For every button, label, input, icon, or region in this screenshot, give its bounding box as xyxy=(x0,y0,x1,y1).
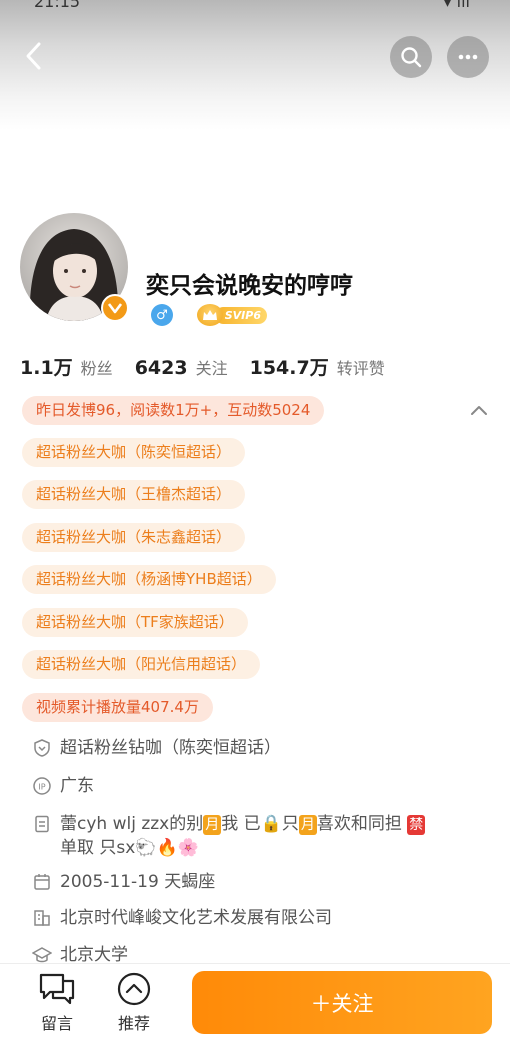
follow-button[interactable]: ＋关注 xyxy=(192,971,492,1034)
message-icon xyxy=(39,973,75,1005)
ban-emoji: 禁 xyxy=(407,815,426,835)
stats-row: 1.1万 粉丝 6423 关注 154.7万 转评赞 xyxy=(20,353,407,380)
status-signal: ▾ ıll xyxy=(443,0,470,11)
badge-pill[interactable]: 超话粉丝大咖（阳光信用超话） xyxy=(22,650,261,679)
search-button[interactable] xyxy=(390,36,432,78)
message-button[interactable]: 留言 xyxy=(27,972,87,1034)
status-time: 21:15 xyxy=(34,0,81,11)
recommend-label: 推荐 xyxy=(117,1014,150,1033)
following-count[interactable]: 6423 xyxy=(135,357,188,379)
badge-pill[interactable]: 超话粉丝大咖（陈奕恒超话） xyxy=(22,438,246,467)
ip-location-icon: IP xyxy=(33,777,51,795)
svip-badge[interactable]: SVIP6 xyxy=(197,304,267,326)
badge-pill[interactable]: 超话粉丝大咖（杨涵博YHB超话） xyxy=(22,565,276,594)
chevron-up-icon xyxy=(471,406,487,415)
likes-label: 转评赞 xyxy=(336,359,385,378)
chevron-left-icon xyxy=(26,42,41,70)
shield-icon xyxy=(34,739,50,757)
collapse-button[interactable] xyxy=(466,398,492,424)
profile-name: 奕只会说晚安的哼哼 xyxy=(146,273,353,299)
badge-pill[interactable]: 超话粉丝大咖（TF家族超话） xyxy=(22,608,248,637)
bio-text: 蕾cyh wlj zzx的别月我 已🔒只月喜欢和同担 禁 单取 只sx🐑🔥🌸 xyxy=(60,814,426,858)
badge-pill[interactable]: 超话粉丝大咖（朱志鑫超话） xyxy=(22,523,246,552)
diamond-row[interactable]: 超话粉丝钻咖（陈奕恒超话） xyxy=(32,736,281,760)
followers-count[interactable]: 1.1万 xyxy=(20,353,73,380)
recommend-button[interactable]: 推荐 xyxy=(104,972,164,1034)
birthday-row: 2005-11-19 天蝎座 xyxy=(32,870,215,894)
chevron-up-circle-icon xyxy=(117,972,151,1006)
verified-v-icon xyxy=(108,303,122,314)
activity-summary-pill: 昨日发博96，阅读数1万+，互动数5024 xyxy=(22,396,325,425)
back-button[interactable] xyxy=(14,36,54,76)
video-views-pill: 视频累计播放量407.4万 xyxy=(22,693,213,722)
likes-count: 154.7万 xyxy=(249,357,329,379)
gender-male-icon: ♂ xyxy=(151,304,173,326)
building-icon xyxy=(34,910,50,926)
calendar-icon xyxy=(34,874,50,890)
followers-label[interactable]: 粉丝 xyxy=(81,355,113,379)
graduation-cap-icon xyxy=(32,947,52,963)
birthday-text: 2005-11-19 天蝎座 xyxy=(60,872,216,892)
crown-icon xyxy=(197,304,223,326)
diamond-text: 超话粉丝钻咖（陈奕恒超话） xyxy=(60,738,281,758)
company-row[interactable]: 北京时代峰峻文化艺术发展有限公司 xyxy=(32,906,332,930)
header-background xyxy=(0,0,510,130)
message-label: 留言 xyxy=(40,1014,73,1033)
badge-pill[interactable]: 超话粉丝大咖（王橹杰超话） xyxy=(22,480,246,509)
following-label[interactable]: 关注 xyxy=(196,355,228,379)
document-icon xyxy=(35,815,49,833)
company-text: 北京时代峰峻文化艺术发展有限公司 xyxy=(60,908,332,928)
svg-text:IP: IP xyxy=(38,783,45,792)
ip-row: IP 广东 xyxy=(32,774,94,798)
more-horizontal-icon xyxy=(458,54,478,60)
moon-emoji: 月 xyxy=(298,815,317,835)
more-button[interactable] xyxy=(447,36,489,78)
search-icon xyxy=(401,47,422,68)
verified-badge xyxy=(101,294,129,322)
bottom-action-bar: 留言 推荐 ＋关注 xyxy=(0,963,510,1045)
moon-emoji: 月 xyxy=(203,815,222,835)
follow-label: ＋关注 xyxy=(310,991,374,1016)
status-bar: 21:15 ▾ ıll xyxy=(0,0,510,12)
bio-row: 蕾cyh wlj zzx的别月我 已🔒只月喜欢和同担 禁 单取 只sx🐑🔥🌸 xyxy=(32,812,460,860)
ip-text: 广东 xyxy=(60,776,94,796)
